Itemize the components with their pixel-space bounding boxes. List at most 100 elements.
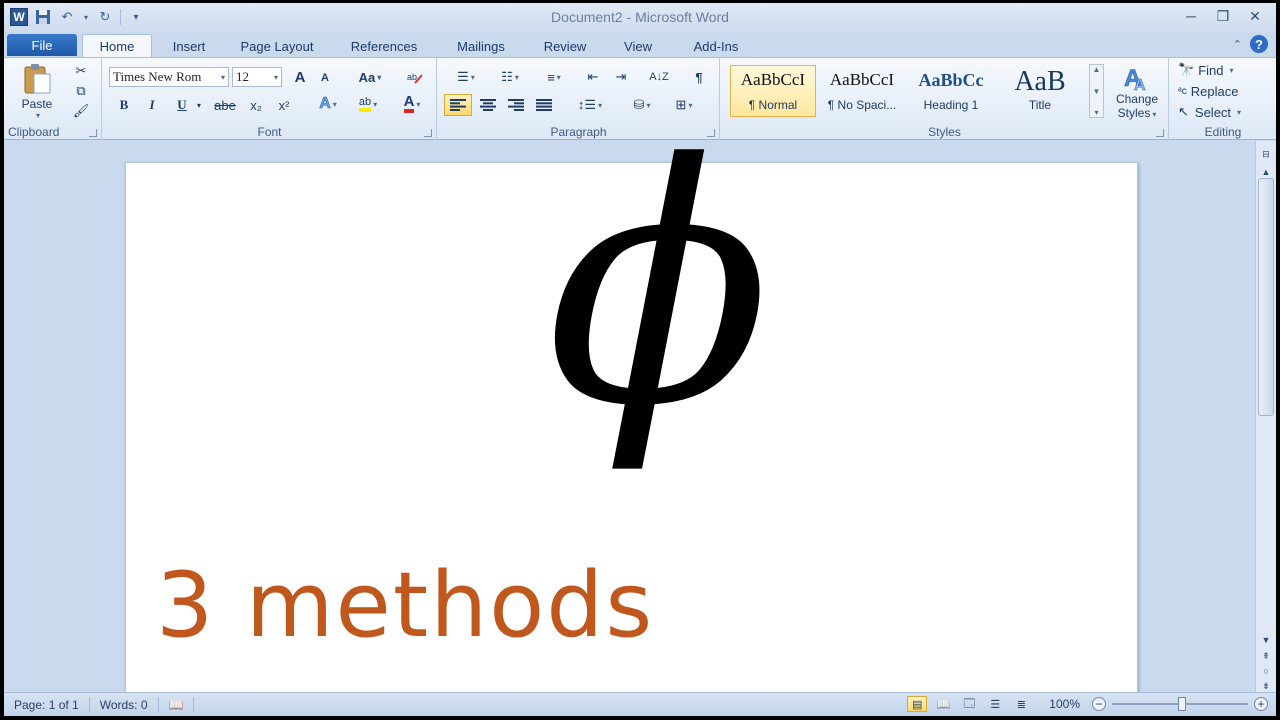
full-screen-reading-view-icon[interactable]: 📖 bbox=[933, 696, 953, 712]
multilevel-list-button[interactable]: ≡ ▾ bbox=[534, 67, 574, 87]
change-styles-label-1: Change bbox=[1115, 92, 1159, 106]
align-center-icon[interactable] bbox=[476, 95, 500, 115]
subscript-button[interactable]: x₂ bbox=[245, 95, 267, 115]
gallery-more-icon[interactable]: ▾ bbox=[1094, 108, 1098, 117]
page-count[interactable]: Page: 1 of 1 bbox=[4, 696, 90, 713]
change-case-dropdown-icon: ▾ bbox=[377, 72, 382, 82]
previous-page-icon[interactable]: ⇞ bbox=[1259, 649, 1273, 663]
show-marks-button[interactable]: ¶ bbox=[688, 67, 710, 87]
font-size-dropdown-icon[interactable]: ▾ bbox=[274, 73, 278, 82]
text-effects-icon: A bbox=[319, 95, 331, 113]
select-browse-object-icon[interactable]: ○ bbox=[1259, 664, 1273, 678]
minimize-ribbon-icon[interactable]: ⌃ bbox=[1233, 38, 1242, 51]
format-painter-icon[interactable]: 🖌 bbox=[70, 102, 92, 120]
select-dropdown-icon: ▾ bbox=[1237, 107, 1242, 117]
clear-formatting-icon[interactable]: ab bbox=[403, 67, 427, 87]
zoom-slider-thumb[interactable] bbox=[1178, 697, 1186, 711]
increase-indent-icon[interactable]: ⇥ bbox=[610, 67, 632, 87]
font-name-combo[interactable]: Times New Rom ▾ bbox=[109, 67, 229, 87]
style-title-name: Title bbox=[1028, 98, 1052, 112]
align-right-icon[interactable] bbox=[504, 95, 528, 115]
tab-insert[interactable]: Insert bbox=[159, 36, 219, 57]
draft-view-icon[interactable]: ≣ bbox=[1011, 696, 1031, 712]
decrease-indent-icon[interactable]: ⇤ bbox=[582, 67, 604, 87]
proofing-icon[interactable]: 📖 bbox=[159, 696, 195, 713]
gallery-up-icon[interactable]: ▲ bbox=[1093, 65, 1101, 74]
shrink-font-button[interactable]: A bbox=[315, 69, 335, 87]
paste-button[interactable]: Paste ▾ bbox=[14, 62, 60, 120]
tab-mailings[interactable]: Mailings bbox=[444, 36, 518, 57]
zoom-slider[interactable] bbox=[1112, 697, 1248, 711]
minimize-button[interactable]: ─ bbox=[1178, 5, 1204, 27]
close-button[interactable]: ✕ bbox=[1242, 5, 1268, 27]
align-left-icon[interactable] bbox=[444, 94, 472, 116]
font-launcher-icon[interactable] bbox=[424, 129, 432, 137]
font-group-label: Font bbox=[257, 125, 282, 139]
gallery-down-icon[interactable]: ▼ bbox=[1093, 87, 1101, 96]
highlight-button[interactable]: ab ▾ bbox=[349, 94, 387, 114]
style-no-spacing-name: ¶ No Spaci... bbox=[827, 98, 897, 112]
find-button[interactable]: 🔭 Find ▾ bbox=[1178, 61, 1258, 79]
web-layout-view-icon[interactable]: 🗔 bbox=[959, 696, 979, 712]
font-color-button[interactable]: A ▾ bbox=[393, 94, 431, 114]
copy-icon[interactable]: ⧉ bbox=[70, 82, 92, 100]
superscript-button[interactable]: x² bbox=[273, 95, 295, 115]
text-effects-button[interactable]: A ▾ bbox=[311, 94, 345, 114]
tab-references[interactable]: References bbox=[340, 36, 428, 57]
tab-page-layout[interactable]: Page Layout bbox=[228, 36, 326, 57]
bullets-button[interactable]: ☰ ▾ bbox=[446, 67, 486, 87]
style-heading-1-sample: AaBbCc bbox=[918, 70, 984, 90]
methods-text: 3 methods bbox=[156, 553, 655, 658]
bold-button[interactable]: B bbox=[113, 95, 135, 115]
ruler-toggle-icon[interactable]: ⊟ bbox=[1259, 147, 1273, 161]
paste-icon bbox=[24, 63, 51, 93]
tab-review[interactable]: Review bbox=[534, 36, 596, 57]
italic-button[interactable]: I bbox=[141, 95, 163, 115]
change-case-label: Aa bbox=[358, 69, 376, 85]
grow-font-button[interactable]: A bbox=[289, 67, 311, 87]
scroll-up-icon[interactable]: ▲ bbox=[1259, 165, 1273, 179]
tab-home[interactable]: Home bbox=[82, 34, 152, 58]
clipboard-launcher-icon[interactable] bbox=[89, 129, 97, 137]
style-no-spacing[interactable]: AaBbCcI ¶ No Spaci... bbox=[819, 65, 905, 117]
vertical-scrollbar[interactable]: ⊟ ▲ ▼ ⇞ ○ ⇟ bbox=[1255, 141, 1276, 696]
next-page-icon[interactable]: ⇟ bbox=[1259, 679, 1273, 693]
clipboard-group: Paste ▾ ✂ ⧉ 🖌 Clipboard bbox=[4, 58, 102, 141]
scroll-down-icon[interactable]: ▼ bbox=[1259, 633, 1273, 647]
tab-add-ins[interactable]: Add-Ins bbox=[680, 36, 752, 57]
zoom-out-icon[interactable]: − bbox=[1092, 697, 1106, 711]
paste-label: Paste bbox=[21, 96, 53, 111]
style-title[interactable]: AaB Title bbox=[997, 65, 1083, 117]
tab-file[interactable]: File bbox=[7, 34, 77, 56]
numbering-button[interactable]: ☷ ▾ bbox=[490, 67, 530, 87]
outline-view-icon[interactable]: ☰ bbox=[985, 696, 1005, 712]
strikethrough-button[interactable]: abe bbox=[211, 95, 239, 115]
change-styles-button[interactable]: AA Change Styles ▾ bbox=[1109, 62, 1165, 122]
sort-icon[interactable]: A↓Z bbox=[648, 67, 670, 87]
replace-button[interactable]: ᵃc Replace bbox=[1178, 82, 1268, 100]
zoom-in-icon[interactable]: + bbox=[1254, 697, 1268, 711]
text-effects-dropdown-icon: ▾ bbox=[332, 99, 337, 109]
style-title-sample: AaB bbox=[1014, 66, 1066, 97]
restore-button[interactable]: ❐ bbox=[1210, 5, 1236, 27]
scroll-thumb[interactable] bbox=[1258, 178, 1274, 416]
print-layout-view-icon[interactable]: ▤ bbox=[907, 696, 928, 712]
font-size-combo[interactable]: 12 ▾ bbox=[232, 67, 282, 87]
styles-launcher-icon[interactable] bbox=[1156, 129, 1164, 137]
replace-label: Replace bbox=[1190, 83, 1239, 99]
paste-dropdown-icon[interactable]: ▾ bbox=[36, 111, 40, 120]
cut-icon[interactable]: ✂ bbox=[70, 62, 92, 80]
status-bar: Page: 1 of 1 Words: 0 📖 ▤ 📖 🗔 ☰ ≣ 100% −… bbox=[4, 692, 1276, 716]
word-count[interactable]: Words: 0 bbox=[90, 696, 159, 713]
tab-view[interactable]: View bbox=[612, 36, 664, 57]
zoom-level[interactable]: 100% bbox=[1049, 697, 1080, 711]
document-page[interactable]: ϕ 3 methods bbox=[125, 121, 1138, 702]
help-icon[interactable]: ? bbox=[1250, 35, 1268, 53]
select-button[interactable]: ↖ Select ▾ bbox=[1178, 103, 1268, 121]
underline-button[interactable]: U bbox=[171, 95, 193, 115]
style-heading-1[interactable]: AaBbCc Heading 1 bbox=[908, 65, 994, 117]
change-case-button[interactable]: Aa ▾ bbox=[353, 67, 387, 87]
styles-group: AaBbCcI ¶ Normal AaBbCcI ¶ No Spaci... A… bbox=[721, 58, 1169, 141]
font-name-dropdown-icon[interactable]: ▾ bbox=[221, 73, 225, 82]
underline-dropdown-icon[interactable]: ▾ bbox=[193, 95, 205, 115]
